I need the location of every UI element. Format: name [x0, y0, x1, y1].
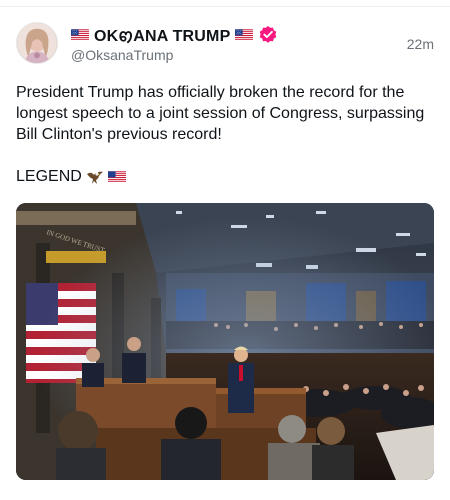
- post-body: President Trump has officially broken th…: [16, 82, 434, 187]
- eagle-icon: [86, 169, 104, 185]
- post-tag: LEGEND: [16, 166, 434, 187]
- post-tag-text: LEGEND: [16, 168, 82, 185]
- display-name[interactable]: OKꩅANA TRUMP: [94, 23, 230, 47]
- post-timestamp[interactable]: 22m: [407, 36, 434, 52]
- verified-badge-icon: [258, 25, 278, 45]
- congress-chamber-photo: IN GOD WE TRUST: [16, 203, 434, 480]
- avatar[interactable]: [16, 22, 58, 64]
- us-flag-icon: [71, 29, 89, 41]
- post-text: President Trump has officially broken th…: [16, 84, 425, 143]
- author-handle[interactable]: @OksanaTrump: [71, 47, 173, 63]
- us-flag-icon: [107, 169, 126, 185]
- post-header: OKꩅANA TRUMP @OksanaTrump 22m: [16, 22, 434, 66]
- avatar-photo: [17, 23, 57, 63]
- us-flag-icon: [235, 29, 254, 41]
- name-row: OKꩅANA TRUMP: [71, 24, 278, 46]
- post-media-photo[interactable]: IN GOD WE TRUST: [16, 203, 434, 480]
- top-divider: [0, 6, 450, 7]
